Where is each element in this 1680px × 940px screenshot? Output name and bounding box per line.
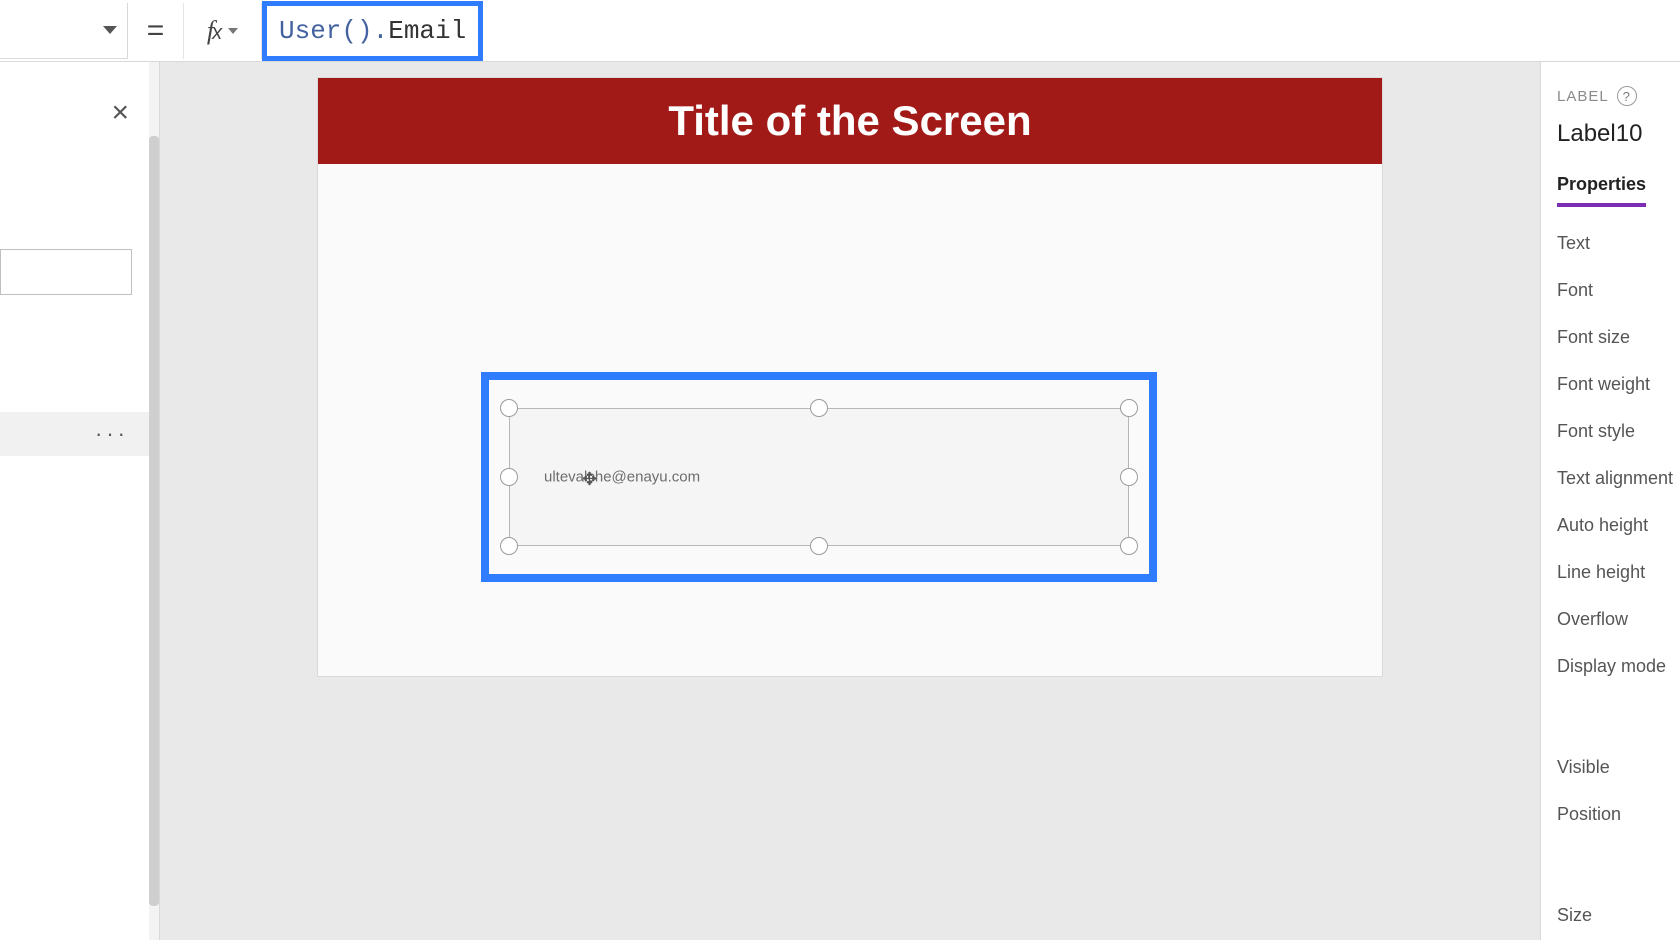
prop-text-alignment[interactable]: Text alignment xyxy=(1557,468,1680,489)
prop-text[interactable]: Text xyxy=(1557,233,1680,254)
left-panel: × ··· xyxy=(0,62,160,940)
properties-panel: LABEL ? Label10 Properties Text Font Fon… xyxy=(1540,62,1680,940)
help-icon[interactable]: ? xyxy=(1617,86,1637,106)
formula-input-highlight: User().Email xyxy=(262,1,483,61)
screen-title[interactable]: Title of the Screen xyxy=(318,78,1382,164)
prop-font-weight[interactable]: Font weight xyxy=(1557,374,1680,395)
prop-overflow[interactable]: Overflow xyxy=(1557,609,1680,630)
prop-line-height[interactable]: Line height xyxy=(1557,562,1680,583)
prop-size[interactable]: Size xyxy=(1557,905,1680,926)
prop-visible[interactable]: Visible xyxy=(1557,757,1680,778)
resize-handle-top-right[interactable] xyxy=(1120,399,1138,417)
selected-label-control[interactable]: ultevalche@enayu.com ✥ xyxy=(509,408,1129,546)
fx-button[interactable]: fx xyxy=(184,3,262,59)
formula-token-member: Email xyxy=(388,16,466,46)
left-scrollbar-thumb[interactable] xyxy=(149,136,159,906)
canvas[interactable]: Title of the Screen ultevalche@enayu.com… xyxy=(160,62,1540,940)
fx-icon: fx xyxy=(207,16,222,46)
tree-selected-row[interactable]: ··· xyxy=(0,412,149,456)
selection-highlight: ultevalche@enayu.com ✥ xyxy=(481,372,1157,582)
resize-handle-bot-mid[interactable] xyxy=(810,537,828,555)
formula-token-struct: User(). xyxy=(279,16,388,46)
left-scrollbar[interactable] xyxy=(149,62,159,940)
tab-properties[interactable]: Properties xyxy=(1557,174,1646,207)
formula-input[interactable]: User().Email xyxy=(279,16,466,46)
prop-auto-height[interactable]: Auto height xyxy=(1557,515,1680,536)
workspace: × ··· Title of the Screen ultevalche@ena… xyxy=(0,62,1680,940)
equals-sign: = xyxy=(128,3,184,59)
formula-bar: = fx User().Email xyxy=(0,0,1680,62)
resize-handle-bot-right[interactable] xyxy=(1120,537,1138,555)
resize-handle-bot-left[interactable] xyxy=(500,537,518,555)
chevron-down-icon xyxy=(228,28,238,34)
prop-position[interactable]: Position xyxy=(1557,804,1680,825)
close-icon[interactable]: × xyxy=(111,96,129,130)
control-name[interactable]: Label10 xyxy=(1557,120,1680,148)
properties-list: Text Font Font size Font weight Font sty… xyxy=(1557,233,1680,926)
prop-font-size[interactable]: Font size xyxy=(1557,327,1680,348)
more-icon[interactable]: ··· xyxy=(95,421,129,447)
control-kind-label: LABEL xyxy=(1557,88,1609,105)
search-input[interactable] xyxy=(0,249,132,295)
prop-display-mode[interactable]: Display mode xyxy=(1557,656,1680,677)
resize-handle-mid-right[interactable] xyxy=(1120,468,1138,486)
resize-handle-top-mid[interactable] xyxy=(810,399,828,417)
chevron-down-icon xyxy=(103,26,117,34)
label-text-value: ultevalche@enayu.com xyxy=(544,469,700,486)
property-selector[interactable] xyxy=(0,3,128,59)
prop-font-style[interactable]: Font style xyxy=(1557,421,1680,442)
control-kind: LABEL ? xyxy=(1557,86,1680,106)
resize-handle-mid-left[interactable] xyxy=(500,468,518,486)
resize-handle-top-left[interactable] xyxy=(500,399,518,417)
prop-font[interactable]: Font xyxy=(1557,280,1680,301)
